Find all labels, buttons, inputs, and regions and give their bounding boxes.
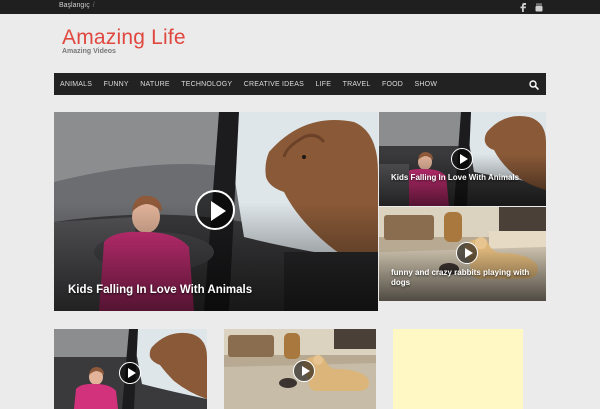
site-title[interactable]: Amazing Life [62,26,186,50]
ad-placeholder[interactable] [393,329,523,409]
main-navigation: ANIMALS FUNNY NATURE TECHNOLOGY CREATIVE… [54,73,546,95]
featured-video-side[interactable]: Kids Falling In Love With Animals [379,112,546,206]
breadcrumb[interactable]: Başlangıç / [59,2,95,9]
nav-item-food[interactable]: FOOD [382,81,403,88]
nav-item-funny[interactable]: FUNNY [104,81,129,88]
play-button[interactable] [451,148,473,170]
search-icon[interactable] [528,78,540,90]
play-button[interactable] [119,362,141,384]
youtube-icon[interactable] [533,1,545,13]
nav-item-life[interactable]: LIFE [316,81,332,88]
video-title[interactable]: funny and crazy rabbits playing with dog… [391,268,541,288]
nav-item-animals[interactable]: ANIMALS [60,81,92,88]
play-icon [459,154,468,164]
nav-item-technology[interactable]: TECHNOLOGY [181,81,232,88]
video-title[interactable]: Kids Falling In Love With Animals [391,173,531,183]
nav-item-nature[interactable]: NATURE [140,81,169,88]
video-card[interactable] [54,329,207,409]
play-icon [211,201,226,221]
play-button[interactable] [293,360,315,382]
nav-menu: ANIMALS FUNNY NATURE TECHNOLOGY CREATIVE… [60,73,449,95]
video-title[interactable]: Kids Falling In Love With Animals [68,284,252,296]
video-card[interactable] [224,329,376,409]
featured-video-main[interactable]: Kids Falling In Love With Animals [54,112,378,311]
site-branding: Amazing Life Amazing Videos [62,26,186,55]
play-button[interactable] [456,242,478,264]
nav-item-show[interactable]: SHOW [415,81,438,88]
breadcrumb-separator: / [92,2,95,9]
play-icon [464,248,473,258]
play-icon [301,366,310,376]
nav-item-travel[interactable]: TRAVEL [343,81,371,88]
play-icon [127,368,136,378]
top-bar: Başlangıç / [0,0,600,14]
breadcrumb-home-link[interactable]: Başlangıç [59,2,90,9]
facebook-icon[interactable] [517,1,529,13]
nav-item-creative-ideas[interactable]: CREATIVE IDEAS [244,81,304,88]
featured-video-side[interactable]: funny and crazy rabbits playing with dog… [379,207,546,301]
play-button[interactable] [195,190,235,230]
